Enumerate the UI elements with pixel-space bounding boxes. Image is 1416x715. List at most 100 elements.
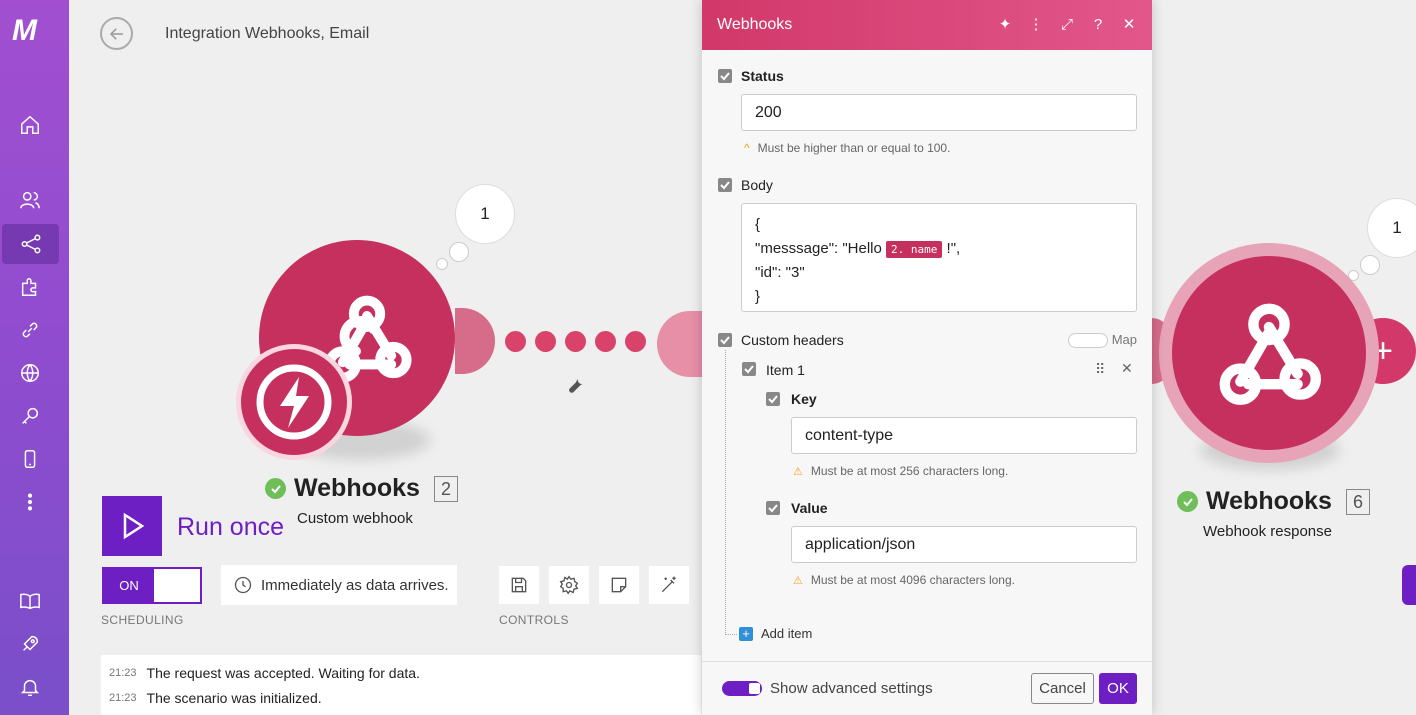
home-icon[interactable]	[0, 105, 60, 145]
body-line: {	[755, 216, 761, 233]
value-label: Value	[791, 500, 828, 516]
note-icon	[611, 577, 627, 593]
cancel-button[interactable]: Cancel	[1031, 673, 1094, 704]
module-connector-half[interactable]	[657, 311, 702, 377]
wrench-icon[interactable]	[564, 375, 586, 402]
bubble-dot	[436, 258, 448, 270]
route-dot	[505, 331, 526, 352]
webhook-icon	[1219, 303, 1321, 405]
key-label: Key	[791, 391, 817, 407]
keys-icon[interactable]	[0, 396, 60, 436]
module-bubble-left[interactable]: 1	[455, 184, 515, 244]
status-checkbox[interactable]	[718, 69, 732, 83]
status-hint-text: Must be higher than or equal to 100.	[757, 141, 951, 155]
item-checkbox[interactable]	[742, 362, 756, 376]
route-dot	[595, 331, 616, 352]
value-checkbox[interactable]	[766, 501, 780, 515]
item-label: Item 1	[766, 362, 805, 378]
sidebar: M	[0, 0, 69, 715]
instant-trigger-badge	[241, 349, 347, 455]
body-textarea[interactable]: { "messsage": "Hello 2. name !", "id": "…	[741, 203, 1137, 312]
scheduling-label: SCHEDULING	[101, 613, 184, 627]
key-input[interactable]: content-type	[791, 417, 1137, 454]
chevron-up-icon: ^	[744, 141, 750, 155]
webhooks-module-right[interactable]	[1172, 256, 1366, 450]
play-icon	[123, 512, 145, 540]
execution-log: 21:23 The request was accepted. Waiting …	[101, 655, 701, 715]
save-button[interactable]	[499, 566, 539, 604]
add-item-button[interactable]: + Add item	[739, 626, 812, 641]
kebab-menu-icon[interactable]: ⋮	[1027, 14, 1045, 34]
advanced-settings-toggle[interactable]	[722, 681, 762, 696]
body-checkbox[interactable]	[718, 178, 732, 192]
success-check-icon	[1177, 491, 1198, 512]
back-button[interactable]	[100, 17, 133, 50]
close-icon[interactable]: ✕	[1120, 14, 1138, 34]
apps-icon[interactable]	[0, 267, 60, 307]
log-text: The request was accepted. Waiting for da…	[146, 665, 420, 681]
bubble-dot	[449, 242, 469, 262]
remove-item-icon[interactable]: ✕	[1121, 360, 1133, 377]
module-name: Webhooks	[1206, 487, 1332, 515]
module-id-badge: 2	[433, 475, 458, 502]
module-connector-half[interactable]	[455, 308, 495, 374]
devices-icon[interactable]	[0, 439, 60, 479]
key-hint: ⚠ Must be at most 256 characters long.	[793, 464, 1008, 478]
make-logo[interactable]: M	[12, 14, 37, 48]
dialog-title: Webhooks	[717, 16, 793, 33]
whats-new-icon[interactable]	[0, 624, 60, 664]
map-toggle[interactable]	[1068, 333, 1108, 348]
key-checkbox[interactable]	[766, 392, 780, 406]
connections-icon[interactable]	[0, 310, 60, 350]
webhooks-icon[interactable]	[0, 353, 60, 393]
body-line: "messsage": "Hello 2. name !",	[755, 237, 1123, 261]
ai-sparkle-icon[interactable]: ✦	[996, 14, 1014, 34]
expand-icon[interactable]: ⤢	[1058, 14, 1076, 34]
team-icon[interactable]	[0, 180, 60, 220]
right-panel-button[interactable]	[1402, 565, 1416, 605]
status-input[interactable]: 200	[741, 94, 1137, 131]
success-check-icon	[265, 478, 286, 499]
advanced-settings-label: Show advanced settings	[770, 680, 933, 697]
toggle-on-label: ON	[104, 569, 154, 602]
bubble-dot	[1360, 255, 1380, 275]
module-name: Webhooks	[294, 474, 420, 502]
ok-button[interactable]: OK	[1099, 673, 1137, 704]
mapped-variable-pill[interactable]: 2. name	[886, 240, 943, 258]
notifications-icon[interactable]	[0, 667, 60, 707]
arrow-left-icon	[109, 27, 123, 40]
scenarios-icon[interactable]	[2, 224, 59, 264]
route-dot	[565, 331, 586, 352]
help-icon[interactable]: ?	[1089, 14, 1107, 34]
auto-align-button[interactable]	[649, 566, 689, 604]
schedule-setting[interactable]: Immediately as data arrives.	[221, 565, 457, 605]
docs-icon[interactable]	[0, 581, 60, 621]
body-line: "id": "3"	[755, 264, 805, 281]
status-hint: ^ Must be higher than or equal to 100.	[744, 141, 950, 155]
custom-headers-checkbox[interactable]	[718, 333, 732, 347]
more-icon[interactable]	[0, 482, 60, 522]
drag-handle-icon[interactable]: ⠿	[1095, 361, 1105, 378]
log-text: The scenario was initialized.	[146, 690, 322, 706]
value-input[interactable]: application/json	[791, 526, 1137, 563]
dialog-footer: Show advanced settings Cancel OK	[702, 661, 1152, 715]
scheduling-toggle[interactable]: ON	[102, 567, 202, 604]
lightning-icon	[256, 364, 332, 440]
module-subtitle: Webhook response	[1203, 523, 1332, 540]
plus-icon: +	[739, 626, 753, 641]
warning-icon: ⚠	[793, 574, 803, 587]
notes-button[interactable]	[599, 566, 639, 604]
tree-line	[725, 634, 737, 635]
log-time: 21:23	[109, 692, 137, 704]
dialog-header: Webhooks ✦ ⋮ ⤢ ? ✕	[702, 0, 1152, 50]
settings-button[interactable]	[549, 566, 589, 604]
page-title: Integration Webhooks, Email	[165, 25, 370, 42]
run-once-button[interactable]	[102, 496, 162, 556]
module-bubble-right[interactable]: 1	[1367, 198, 1416, 258]
add-item-label: Add item	[761, 626, 813, 641]
module-title-left: Webhooks 2	[265, 474, 458, 503]
log-time: 21:23	[109, 667, 137, 679]
custom-headers-label: Custom headers	[741, 332, 844, 348]
run-once-label[interactable]: Run once	[177, 513, 284, 542]
route-dot	[625, 331, 646, 352]
